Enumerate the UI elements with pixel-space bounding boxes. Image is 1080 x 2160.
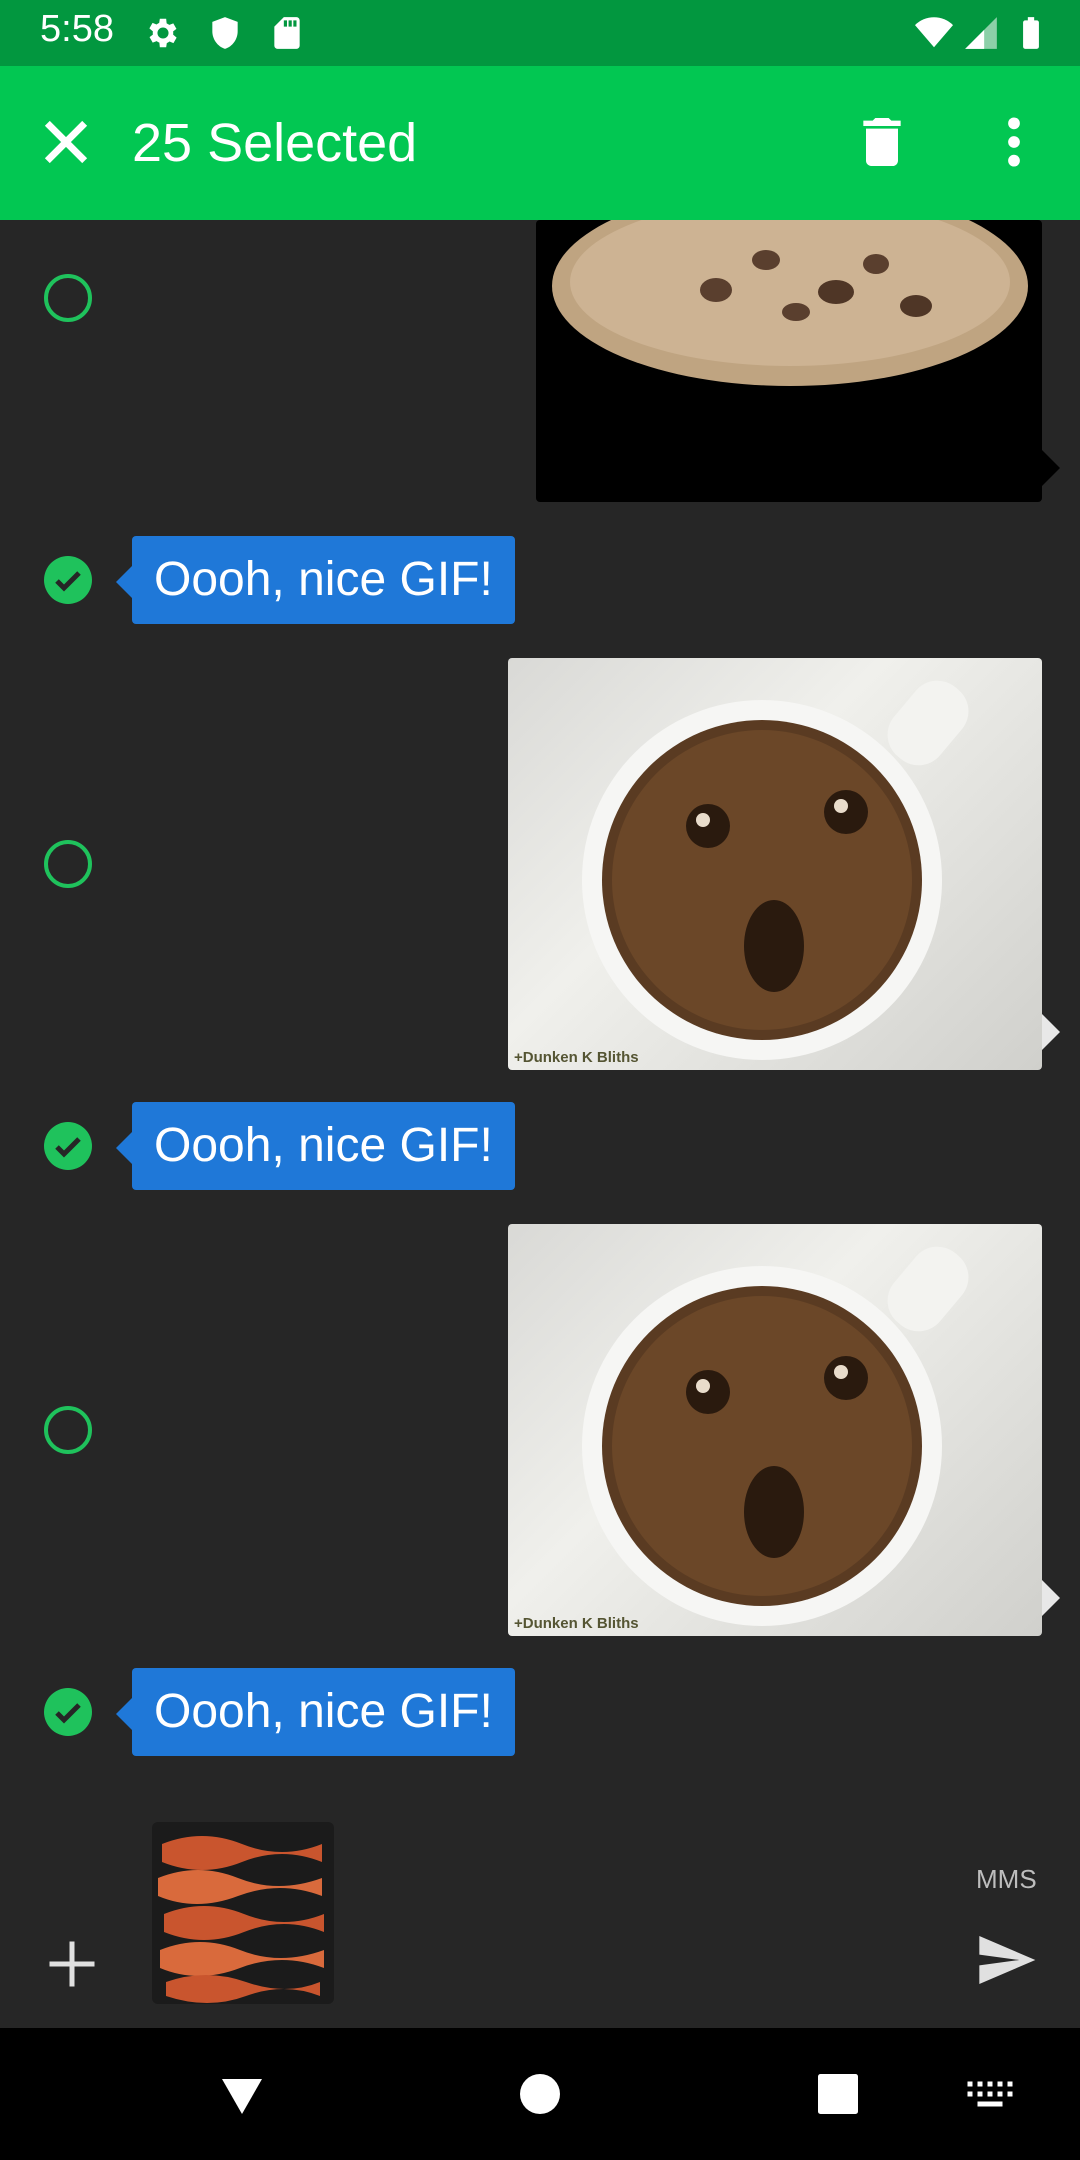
gear-icon	[149, 18, 177, 48]
signal-icon	[965, 17, 997, 49]
cookie-gif-image[interactable]	[536, 220, 1042, 502]
status-bar: 5:58	[0, 0, 1080, 66]
keyboard-icon[interactable]	[960, 2064, 1020, 2124]
selected-check-icon[interactable]	[42, 1120, 94, 1172]
image-tail	[1042, 450, 1060, 486]
message-bubble[interactable]: Oooh, nice GIF!	[116, 1668, 515, 1756]
message-list[interactable]: Oooh, nice GIF! +Dunken K Bliths Oooh, n…	[0, 220, 1080, 1810]
home-icon[interactable]	[510, 2064, 570, 2124]
close-icon[interactable]	[34, 110, 98, 174]
image-watermark: +Dunken K Bliths	[514, 1049, 639, 1066]
selected-check-icon[interactable]	[42, 554, 94, 606]
back-icon[interactable]	[212, 2064, 272, 2124]
navigation-bar	[0, 2028, 1080, 2160]
compose-bar: MMS	[0, 1810, 1080, 2028]
status-time: 5:58	[40, 8, 114, 50]
wifi-icon	[915, 17, 953, 48]
bacon-image-attachment[interactable]	[152, 1822, 334, 2004]
more-vert-icon[interactable]	[982, 110, 1046, 174]
message-bubble[interactable]: Oooh, nice GIF!	[116, 536, 515, 624]
selection-toolbar: 25 Selected	[0, 66, 1080, 220]
add-icon[interactable]	[42, 1934, 102, 1994]
sd-card-icon	[274, 17, 300, 49]
selection-count-title: 25 Selected	[132, 113, 418, 173]
shield-icon	[212, 17, 238, 49]
image-watermark: +Dunken K Bliths	[514, 1615, 639, 1632]
image-tail	[1042, 1014, 1060, 1050]
recents-icon[interactable]	[808, 2064, 868, 2124]
unselected-circle-icon[interactable]	[42, 1404, 94, 1456]
send-mode-label: MMS	[976, 1864, 1037, 1894]
unselected-circle-icon[interactable]	[42, 272, 94, 324]
coffee-gif-image[interactable]: +Dunken K Bliths	[508, 1224, 1042, 1636]
coffee-gif-image[interactable]: +Dunken K Bliths	[508, 658, 1042, 1070]
message-bubble[interactable]: Oooh, nice GIF!	[116, 1102, 515, 1190]
battery-icon	[1023, 17, 1039, 49]
image-tail	[1042, 1580, 1060, 1616]
delete-icon[interactable]	[850, 110, 914, 174]
send-icon[interactable]	[974, 1928, 1038, 1992]
selected-check-icon[interactable]	[42, 1686, 94, 1738]
unselected-circle-icon[interactable]	[42, 838, 94, 890]
